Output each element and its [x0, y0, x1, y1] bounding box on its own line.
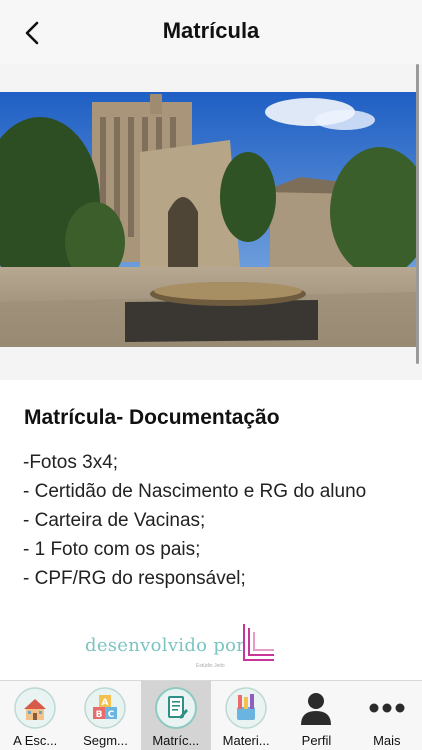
- tab-label: Perfil: [301, 733, 332, 748]
- developer-logo: [243, 624, 274, 661]
- tab-perfil[interactable]: Perfil: [281, 681, 351, 750]
- svg-text:A: A: [102, 698, 109, 708]
- section-title: Matrícula- Documentação: [24, 406, 280, 429]
- navigation-bar: Matrícula: [0, 0, 422, 64]
- list-item: -Fotos 3x4;: [23, 452, 119, 473]
- tab-label: Mais: [373, 733, 401, 748]
- hero-image: [0, 92, 418, 347]
- tab-bar: A Esc... A B C Segm... Matríc... Materi.…: [0, 680, 422, 750]
- list-item: - Carteira de Vacinas;: [23, 510, 206, 531]
- developer-name: Estúdio Jeito: [196, 663, 225, 669]
- document-icon: [154, 687, 197, 729]
- tab-label: Matríc...: [152, 733, 200, 748]
- tab-a-escola[interactable]: A Esc...: [0, 681, 70, 750]
- svg-text:C: C: [108, 710, 115, 720]
- pencils-icon: [225, 687, 267, 729]
- tab-mais[interactable]: Mais: [352, 681, 422, 750]
- page-title: Matrícula: [162, 18, 260, 43]
- abc-blocks-icon: A B C: [84, 687, 127, 729]
- content-area: Matrícula- Documentação -Fotos 3x4; - Ce…: [0, 380, 422, 616]
- documents-list: -Fotos 3x4; - Certidão de Nascimento e R…: [23, 448, 403, 593]
- scrollbar[interactable]: [416, 64, 419, 364]
- list-item: - CPF/RG do responsável;: [23, 568, 246, 589]
- credit-text: desenvolvido por: [85, 635, 246, 656]
- svg-text:B: B: [96, 710, 103, 720]
- user-icon: [295, 687, 337, 729]
- developer-credit[interactable]: desenvolvido por Estúdio Jeito: [0, 616, 422, 680]
- tab-label: Materi...: [222, 733, 270, 748]
- tab-matricula[interactable]: Matríc...: [140, 681, 211, 750]
- tab-label: A Esc...: [13, 733, 58, 748]
- school-icon: [14, 687, 56, 729]
- tab-label: Segm...: [83, 733, 128, 748]
- tab-segmentos[interactable]: A B C Segm...: [70, 681, 140, 750]
- tab-materiais[interactable]: Materi...: [211, 681, 281, 750]
- more-dots-icon: [366, 687, 408, 729]
- list-item: - 1 Foto com os pais;: [23, 539, 201, 560]
- list-item: - Certidão de Nascimento e RG do aluno: [23, 481, 367, 502]
